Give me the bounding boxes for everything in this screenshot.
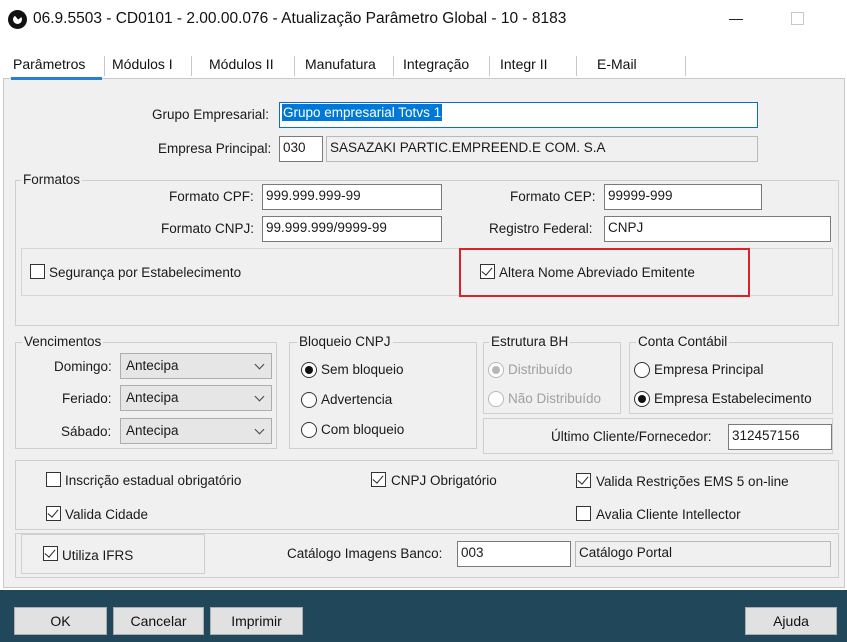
chevron-down-icon: [254, 359, 265, 370]
distribuido-label: Distribuído: [508, 362, 573, 377]
chevron-down-icon: [254, 424, 265, 435]
valida-cidade-label: Valida Cidade: [65, 507, 149, 522]
seguranca-label: Segurança por Estabelecimento: [49, 265, 242, 280]
domingo-select[interactable]: Antecipa: [120, 353, 272, 379]
tab-modulos-2[interactable]: Módulos II: [209, 56, 274, 72]
tab-integr-2[interactable]: Integr II: [500, 56, 547, 72]
tab-divider: [489, 56, 490, 76]
nao-distribuido-label: Não Distribuído: [508, 391, 602, 406]
formato-cep-field[interactable]: 99999-999: [604, 184, 762, 210]
empresa-estabelecimento-label: Empresa Estabelecimento: [654, 391, 812, 406]
empresa-principal-label: Empresa Principal:: [158, 141, 272, 156]
formato-cep-label: Formato CEP:: [510, 189, 596, 204]
tab-divider: [685, 56, 686, 76]
grupo-empresarial-field[interactable]: Grupo empresarial Totvs 1: [279, 102, 758, 128]
formato-cpf-field[interactable]: 999.999.999-99: [262, 184, 442, 210]
empresa-principal-code-field[interactable]: 030: [279, 136, 323, 162]
vencimentos-legend: Vencimentos: [22, 334, 104, 349]
com-bloqueio-radio[interactable]: [301, 422, 317, 438]
avalia-cliente-checkbox[interactable]: [576, 506, 591, 521]
empresa-principal-name-field: SASAZAKI PARTIC.EMPREEND.E COM. S.A: [326, 136, 758, 162]
ok-button[interactable]: OK: [14, 607, 107, 635]
tab-manufatura[interactable]: Manufatura: [305, 56, 381, 72]
cancelar-button[interactable]: Cancelar: [113, 607, 204, 635]
valida-cidade-checkbox[interactable]: [46, 506, 61, 521]
formatos-legend: Formatos: [21, 172, 83, 187]
estrutura-legend: Estrutura BH: [489, 334, 571, 349]
cnpj-obrigatorio-checkbox[interactable]: [371, 472, 386, 487]
tab-modulos-1[interactable]: Módulos I: [112, 56, 173, 72]
domingo-label: Domingo:: [54, 359, 112, 374]
title-bar: 06.9.5503 - CD0101 - 2.00.00.076 - Atual…: [0, 0, 847, 40]
grupo-empresarial-label: Grupo Empresarial:: [152, 107, 270, 122]
tab-divider: [393, 56, 394, 76]
domingo-value: Antecipa: [126, 358, 179, 373]
ultimo-cliente-field[interactable]: 312457156: [728, 424, 832, 450]
formato-cnpj-field[interactable]: 99.999.999/9999-99: [262, 216, 442, 242]
tab-integracao[interactable]: Integração: [403, 56, 469, 72]
sem-bloqueio-label: Sem bloqueio: [321, 362, 404, 377]
cnpj-obrigatorio-label: CNPJ Obrigatório: [391, 473, 497, 488]
inscricao-checkbox[interactable]: [46, 472, 61, 487]
avalia-cliente-label: Avalia Cliente Intellector: [596, 507, 741, 522]
sabado-label: Sábado:: [61, 424, 112, 439]
catalogo-banco-label: Catálogo Imagens Banco:: [287, 546, 443, 561]
com-bloqueio-label: Com bloqueio: [321, 422, 405, 437]
highlight-box: [459, 248, 750, 297]
valida-restricoes-checkbox[interactable]: [576, 473, 591, 488]
seguranca-checkbox[interactable]: [30, 264, 45, 279]
ifrs-label: Utiliza IFRS: [62, 548, 134, 563]
tab-divider: [191, 56, 192, 76]
registro-federal-field[interactable]: CNPJ: [604, 216, 831, 242]
ifrs-checkbox[interactable]: [43, 546, 58, 561]
distribuido-radio[interactable]: [488, 362, 504, 378]
catalogo-portal-field: Catálogo Portal: [575, 541, 831, 567]
tab-email[interactable]: E-Mail: [597, 56, 637, 72]
sabado-value: Antecipa: [126, 423, 179, 438]
tab-divider: [104, 56, 105, 76]
empresa-principal-radio[interactable]: [634, 362, 650, 378]
tab-parametros[interactable]: Parâmetros: [13, 56, 85, 72]
tab-bar: Parâmetros Módulos I Módulos II Manufatu…: [3, 48, 845, 80]
maximize-icon[interactable]: [791, 12, 804, 25]
conta-legend: Conta Contábil: [636, 334, 730, 349]
feriado-label: Feriado:: [62, 391, 112, 406]
formato-cnpj-label: Formato CNPJ:: [161, 221, 255, 236]
valida-restricoes-label: Valida Restrições EMS 5 on-line: [596, 474, 789, 489]
empresa-estabelecimento-radio[interactable]: [634, 391, 650, 407]
inscricao-label: Inscrição estadual obrigatório: [65, 473, 242, 488]
tab-divider: [576, 56, 577, 76]
ultimo-cliente-label: Último Cliente/Fornecedor:: [551, 429, 712, 444]
bloqueio-legend: Bloqueio CNPJ: [297, 334, 393, 349]
sem-bloqueio-radio[interactable]: [301, 362, 317, 378]
chevron-down-icon: [254, 391, 265, 402]
feriado-value: Antecipa: [126, 390, 179, 405]
grupo-empresarial-value: Grupo empresarial Totvs 1: [282, 104, 443, 121]
catalogo-banco-field[interactable]: 003: [457, 541, 571, 567]
nao-distribuido-radio[interactable]: [488, 391, 504, 407]
ajuda-button[interactable]: Ajuda: [745, 607, 837, 635]
imprimir-button[interactable]: Imprimir: [210, 607, 303, 635]
registro-federal-label: Registro Federal:: [489, 221, 593, 236]
sabado-select[interactable]: Antecipa: [120, 418, 272, 444]
feriado-select[interactable]: Antecipa: [120, 385, 272, 411]
advertencia-label: Advertencia: [321, 392, 393, 407]
app-logo-icon: [8, 10, 27, 29]
empresa-principal-radio-label: Empresa Principal: [654, 362, 764, 377]
minimize-icon[interactable]: [729, 19, 743, 20]
window-title: 06.9.5503 - CD0101 - 2.00.00.076 - Atual…: [33, 10, 567, 27]
tab-divider: [294, 56, 295, 76]
advertencia-radio[interactable]: [301, 392, 317, 408]
formato-cpf-label: Formato CPF:: [169, 189, 254, 204]
active-tab-indicator: [11, 77, 102, 80]
